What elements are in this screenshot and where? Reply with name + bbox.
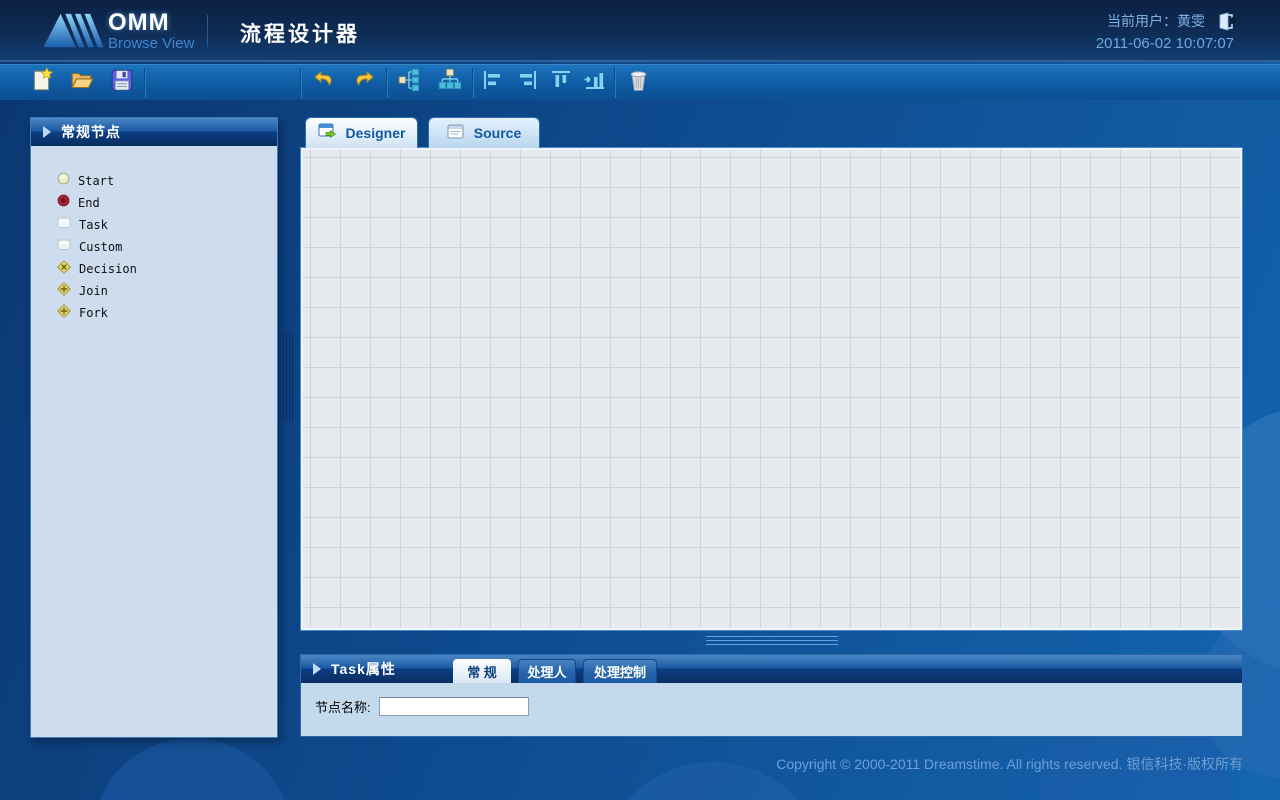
tab-label: 常 规: [467, 662, 497, 681]
logout-icon[interactable]: [1217, 12, 1238, 31]
align-bottom-icon: [583, 68, 607, 97]
node-label: Custom: [79, 240, 122, 254]
align-bottom-button[interactable]: [578, 68, 612, 98]
toolbar-separator: [614, 68, 616, 98]
node-palette-title: 常规节点: [61, 122, 121, 142]
user-block: 当前用户：黄雯 2011-06-02 10:07:07: [1096, 11, 1238, 52]
logo: OMM Browse View: [108, 10, 194, 52]
new-file-button[interactable]: [22, 68, 62, 98]
toolbar-separator: [386, 68, 388, 98]
current-user-label: 当前用户：黄雯: [1107, 11, 1205, 31]
node-label: Join: [79, 284, 108, 298]
align-left-icon: [481, 68, 505, 97]
tab-label: 处理人: [527, 662, 566, 681]
align-right-button[interactable]: [510, 68, 544, 98]
start-node-icon: [57, 172, 70, 190]
node-label: End: [78, 196, 100, 210]
layout-horizontal-button[interactable]: [390, 68, 430, 98]
undo-icon: [312, 68, 336, 97]
undo-button[interactable]: [304, 68, 344, 98]
align-top-button[interactable]: [544, 68, 578, 98]
palette-node-end[interactable]: End: [57, 192, 277, 214]
logo-title: OMM: [108, 10, 194, 36]
layout-vertical-button[interactable]: [430, 68, 470, 98]
properties-body: 节点名称:: [301, 683, 1242, 716]
designer-tab-icon: [318, 123, 337, 143]
tab-designer[interactable]: Designer: [305, 117, 418, 148]
palette-node-decision[interactable]: Decision: [57, 258, 277, 280]
app-header: OMM Browse View 流程设计器 当前用户：黄雯 2011-06-02…: [0, 0, 1280, 62]
design-canvas[interactable]: [301, 148, 1242, 630]
align-top-icon: [549, 68, 573, 97]
palette-node-join[interactable]: Join: [57, 280, 277, 302]
toolbar-separator: [300, 68, 302, 98]
datetime-label: 2011-06-02 10:07:07: [1096, 35, 1234, 52]
redo-button[interactable]: [344, 68, 384, 98]
vertical-splitter[interactable]: [283, 332, 294, 422]
tab-handler-control[interactable]: 处理控制: [583, 659, 657, 683]
tab-source[interactable]: Source: [428, 117, 540, 148]
toolbar-separator: [472, 68, 474, 98]
palette-node-custom[interactable]: Custom: [57, 236, 277, 258]
tab-label: Source: [474, 125, 521, 141]
tab-handler[interactable]: 处理人: [518, 659, 576, 683]
end-node-icon: [57, 194, 70, 212]
layout-horizontal-tree-icon: [397, 67, 423, 98]
copyright-text: Copyright © 2000-2011 Dreamstime. All ri…: [776, 754, 1243, 774]
collapse-arrow-icon: [313, 663, 321, 675]
node-label: Decision: [79, 262, 137, 276]
properties-header: Task属性 常 规 处理人 处理控制: [301, 655, 1242, 683]
main-toolbar: [0, 64, 1280, 100]
tab-label: 处理控制: [594, 662, 646, 681]
palette-node-task[interactable]: Task: [57, 214, 277, 236]
node-palette-header[interactable]: 常规节点: [31, 118, 277, 146]
node-list: Start End Task: [31, 146, 277, 324]
node-name-label: 节点名称:: [315, 697, 371, 716]
redo-icon: [352, 68, 376, 97]
open-file-button[interactable]: [62, 68, 102, 98]
open-folder-icon: [69, 67, 95, 98]
palette-node-fork[interactable]: Fork: [57, 302, 277, 324]
node-label: Task: [79, 218, 108, 232]
custom-node-icon: [57, 238, 71, 256]
fork-node-icon: [57, 304, 71, 323]
tab-label: Designer: [346, 125, 406, 141]
task-node-icon: [57, 216, 71, 234]
logo-subtitle: Browse View: [108, 36, 194, 52]
properties-panel: Task属性 常 规 处理人 处理控制 节点名称:: [300, 654, 1243, 737]
node-palette: 常规节点 Start End: [30, 117, 278, 738]
align-left-button[interactable]: [476, 68, 510, 98]
omm-logo-icon: [42, 10, 104, 57]
decision-node-icon: [57, 260, 71, 279]
palette-node-start[interactable]: Start: [57, 170, 277, 192]
header-divider: [207, 15, 208, 47]
align-right-icon: [515, 68, 539, 97]
tab-general[interactable]: 常 规: [453, 659, 511, 683]
save-button[interactable]: [102, 68, 142, 98]
toolbar-separator: [144, 68, 146, 98]
join-node-icon: [57, 282, 71, 301]
horizontal-splitter[interactable]: [706, 636, 838, 646]
node-name-input[interactable]: [379, 697, 529, 716]
save-icon: [109, 67, 135, 98]
background-circle: [92, 738, 292, 800]
layout-vertical-tree-icon: [437, 67, 463, 98]
source-tab-icon: [447, 124, 465, 143]
node-label: Start: [78, 174, 114, 188]
node-label: Fork: [79, 306, 108, 320]
collapse-arrow-icon: [43, 126, 51, 138]
properties-title: Task属性: [331, 659, 396, 679]
page-title: 流程设计器: [240, 18, 360, 48]
new-file-icon: [29, 67, 55, 98]
delete-button[interactable]: [618, 68, 658, 98]
delete-trash-icon: [626, 68, 651, 98]
